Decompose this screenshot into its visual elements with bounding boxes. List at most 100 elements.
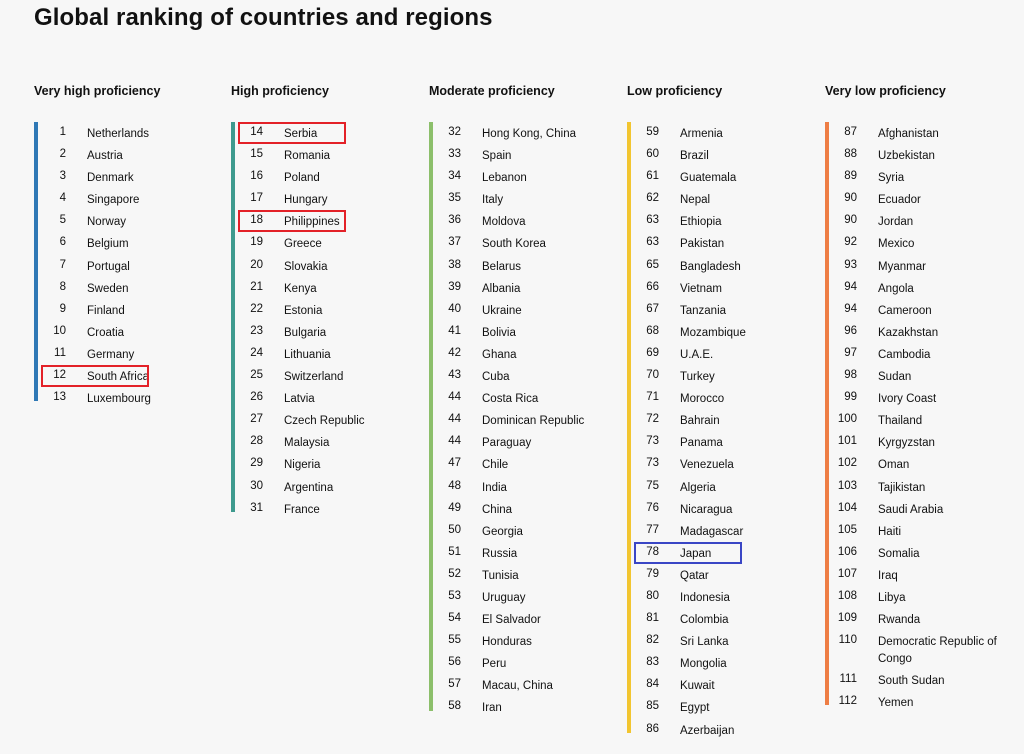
rank-number: 76 <box>646 501 659 514</box>
rank-number: 16 <box>250 170 263 183</box>
ranking-row: 94 Angola <box>825 277 1015 299</box>
country-name: Venezuela <box>680 459 734 472</box>
country-name: Ethiopia <box>680 216 722 229</box>
country-name: Cambodia <box>878 348 931 361</box>
ranking-list: 1 Netherlands 2 Austria 3 Denmark 4 Singapore 5 N… <box>34 122 224 409</box>
rank-number: 48 <box>448 479 461 492</box>
ranking-row: 63 Ethiopia <box>627 210 817 232</box>
rank-number: 44 <box>448 413 461 426</box>
country-name: Luxembourg <box>87 393 151 406</box>
ranking-row: 92 Mexico <box>825 232 1015 254</box>
country-name: South Africa <box>87 371 150 384</box>
ranking-row: 33 Spain <box>429 144 619 166</box>
rank-number: 18 <box>250 214 263 227</box>
rank-number: 83 <box>646 656 659 669</box>
rank-number: 19 <box>250 236 263 249</box>
country-name: Armenia <box>680 128 723 140</box>
column-heading: Very low proficiency <box>825 84 946 98</box>
rank-number: 75 <box>646 479 659 492</box>
rank-number: 88 <box>844 148 857 161</box>
country-name: India <box>482 481 507 494</box>
country-name: Syria <box>878 172 905 185</box>
country-name: Peru <box>482 658 507 671</box>
country-name: Yemen <box>878 697 914 710</box>
rank-number: 9 <box>59 302 66 315</box>
country-name: Czech Republic <box>284 415 365 428</box>
country-name: Albania <box>482 282 521 295</box>
rank-number: 86 <box>646 722 659 735</box>
rank-number: 79 <box>646 567 659 580</box>
ranking-row: 103 Tajikistan <box>825 476 1015 498</box>
country-name: Paraguay <box>482 437 532 450</box>
country-name: Somalia <box>878 547 920 560</box>
country-name: Mongolia <box>680 658 727 671</box>
country-name: Costa Rica <box>482 393 539 406</box>
rank-number: 50 <box>448 523 461 536</box>
country-name: Georgia <box>482 525 523 538</box>
ranking-row: 56 Peru <box>429 652 619 674</box>
ranking-row: 61 Guatemala <box>627 166 817 188</box>
rank-number: 65 <box>646 258 659 271</box>
country-name: Serbia <box>284 128 318 140</box>
rank-number: 38 <box>448 258 461 271</box>
rank-number: 84 <box>646 678 659 691</box>
rank-number: 55 <box>448 634 461 647</box>
ranking-row: 34 Lebanon <box>429 166 619 188</box>
country-name: Colombia <box>680 614 729 627</box>
ranking-row: 86 Azerbaijan <box>627 719 817 741</box>
rank-number: 29 <box>250 457 263 470</box>
rank-number: 63 <box>646 236 659 249</box>
country-name: France <box>284 503 320 516</box>
country-name: Ivory Coast <box>878 393 937 406</box>
country-name: Malaysia <box>284 437 330 450</box>
country-name: Turkey <box>680 371 715 384</box>
rank-number: 5 <box>59 214 66 227</box>
ranking-row: 83 Mongolia <box>627 652 817 674</box>
rank-number: 12 <box>53 369 66 382</box>
ranking-row: 110 Democratic Republic of Congo <box>825 630 1015 669</box>
country-name: Chile <box>482 459 509 472</box>
ranking-row: 104 Saudi Arabia <box>825 498 1015 520</box>
ranking-row: 84 Kuwait <box>627 674 817 696</box>
rank-number: 59 <box>646 126 659 138</box>
country-name: Guatemala <box>680 172 737 185</box>
ranking-row: 24 Lithuania <box>231 343 421 365</box>
ranking-row: 12 South Africa <box>34 365 224 388</box>
ranking-row: 18 Philippines <box>231 210 421 233</box>
country-name: Egypt <box>680 702 710 715</box>
country-name: Algeria <box>680 481 716 494</box>
country-name: Bolivia <box>482 326 516 339</box>
rank-number: 104 <box>837 501 857 514</box>
rank-number: 101 <box>837 435 857 448</box>
ranking-row: 40 Ukraine <box>429 299 619 321</box>
rank-number: 13 <box>53 391 66 404</box>
ranking-row: 107 Iraq <box>825 564 1015 586</box>
ranking-row: 13 Luxembourg <box>34 387 224 409</box>
country-name: Mexico <box>878 238 915 251</box>
column-heading: Moderate proficiency <box>429 84 555 98</box>
ranking-row: 44 Dominican Republic <box>429 409 619 431</box>
country-name: Afghanistan <box>878 128 939 140</box>
rank-number: 93 <box>844 258 857 271</box>
country-name: China <box>482 503 513 516</box>
country-name: Kazakhstan <box>878 326 939 339</box>
ranking-row: 35 Italy <box>429 188 619 210</box>
rank-number: 78 <box>646 545 659 558</box>
country-name: Democratic Republic of Congo <box>878 636 997 666</box>
country-name: Pakistan <box>680 238 725 251</box>
country-name: Haiti <box>878 525 902 538</box>
rank-number: 77 <box>646 523 659 536</box>
country-name: Iraq <box>878 569 898 582</box>
ranking-row: 108 Libya <box>825 586 1015 608</box>
ranking-row: 29 Nigeria <box>231 453 421 475</box>
rank-number: 26 <box>250 391 263 404</box>
ranking-row: 98 Sudan <box>825 365 1015 387</box>
country-name: Poland <box>284 172 320 185</box>
rank-number: 10 <box>53 324 66 337</box>
ranking-row: 73 Panama <box>627 431 817 453</box>
ranking-list: 59 Armenia 60 Brazil 61 Guatemala 62 Nepal 63 Eth… <box>627 122 817 741</box>
rank-number: 47 <box>448 457 461 470</box>
rank-number: 96 <box>844 324 857 337</box>
rank-number: 97 <box>844 346 857 359</box>
country-name: Madagascar <box>680 525 744 538</box>
